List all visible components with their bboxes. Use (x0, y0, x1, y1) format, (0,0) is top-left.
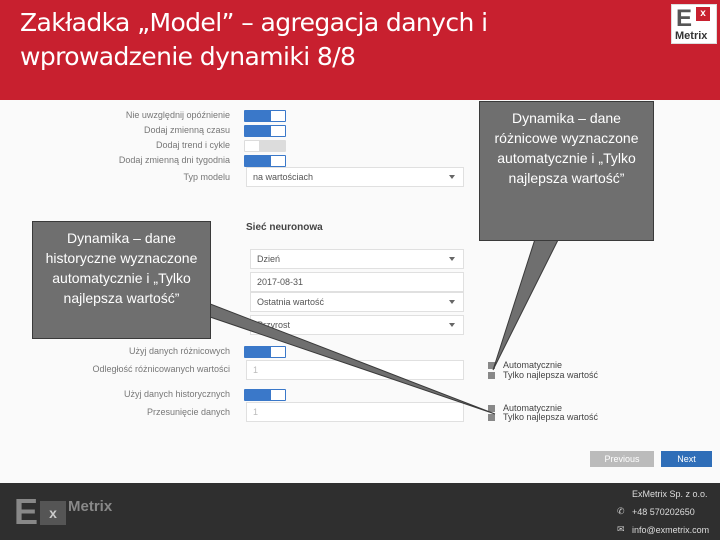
footer-logo-e: E (14, 491, 39, 532)
checkbox-hist-best[interactable] (488, 414, 495, 421)
checkbox-diff-auto-label: Automatycznie (503, 360, 563, 370)
diff-distance-input[interactable]: 1 (246, 360, 464, 380)
slide-title: Zakładka „Model” – agregacja danych i wp… (20, 8, 488, 71)
model-type-label: Typ modelu (183, 172, 230, 182)
diff-distance-label: Odległość różnicowanych wartości (92, 364, 230, 374)
checkbox-hist-auto[interactable] (488, 405, 495, 412)
chevron-down-icon (449, 257, 455, 261)
date-input[interactable]: 2017-08-31 (250, 272, 464, 292)
chevron-down-icon (449, 323, 455, 327)
slide-header: Zakładka „Model” – agregacja danych i wp… (0, 0, 720, 100)
footer-company: ExMetrix Sp. z o.o. (632, 489, 708, 499)
hist-toggle-label: Użyj danych historycznych (123, 389, 230, 399)
toggle-diff-data[interactable] (244, 346, 286, 358)
period-select[interactable]: Dzień (250, 249, 464, 269)
footer-logo-text: Metrix (68, 498, 113, 515)
change-value: Przyrost (257, 320, 291, 330)
checkbox-hist-best-label: Tylko najlepsza wartość (503, 412, 599, 422)
phone-icon: ✆ (617, 506, 625, 516)
previous-button[interactable]: Previous (590, 451, 654, 467)
model-type-select[interactable]: na wartościach (246, 167, 464, 187)
toggle-label-time: Dodaj zmienną czasu (143, 125, 230, 135)
change-select[interactable]: Przyrost (250, 315, 464, 335)
toggle-weekday-variable[interactable] (244, 155, 286, 167)
hist-shift-input[interactable]: 1 (246, 402, 464, 422)
toggle-time-variable[interactable] (244, 125, 286, 137)
footer-logo-x: x (40, 501, 66, 525)
chevron-down-icon (449, 300, 455, 304)
toggle-label-weekday: Dodaj zmienną dni tygodnia (118, 155, 230, 165)
callout-historical: Dynamika – dane historyczne wyznaczone a… (32, 221, 211, 339)
toggle-trend-cycles[interactable] (244, 140, 286, 152)
toggle-delay[interactable] (244, 110, 286, 122)
hist-shift-label: Przesunięcie danych (146, 407, 230, 417)
slide-footer: E x Metrix ExMetrix Sp. z o.o. ✆ +48 570… (0, 483, 720, 540)
checkbox-diff-auto[interactable] (488, 362, 495, 369)
mail-icon: ✉ (617, 524, 625, 534)
period-value: Dzień (257, 254, 281, 264)
model-type-value: na wartościach (253, 172, 314, 182)
exmetrix-logo: E x Metrix (671, 4, 717, 44)
toggle-label-trend: Dodaj trend i cykle (155, 140, 230, 150)
checkbox-diff-best-label: Tylko najlepsza wartość (503, 370, 599, 380)
next-button[interactable]: Next (661, 451, 712, 467)
toggle-label-delay: Nie uwzględnij opóźnienie (125, 110, 230, 120)
logo-letter-e: E (676, 5, 693, 32)
toggle-hist-data[interactable] (244, 389, 286, 401)
diff-distance-value: 1 (253, 365, 259, 375)
section-title: Sieć neuronowa (246, 222, 323, 233)
checkbox-diff-best[interactable] (488, 372, 495, 379)
hist-shift-value: 1 (253, 407, 259, 417)
footer-email: info@exmetrix.com (632, 525, 710, 535)
logo-letter-x: x (696, 7, 710, 21)
footer-phone: +48 570202650 (632, 507, 695, 517)
logo-text: Metrix (675, 30, 708, 42)
aggregation-value: Ostatnia wartość (257, 297, 325, 307)
aggregation-select[interactable]: Ostatnia wartość (250, 292, 464, 312)
chevron-down-icon (449, 175, 455, 179)
date-value: 2017-08-31 (257, 277, 304, 287)
callout-differential: Dynamika – dane różnicowe wyznaczone aut… (479, 101, 654, 241)
diff-toggle-label: Użyj danych różnicowych (128, 346, 230, 356)
